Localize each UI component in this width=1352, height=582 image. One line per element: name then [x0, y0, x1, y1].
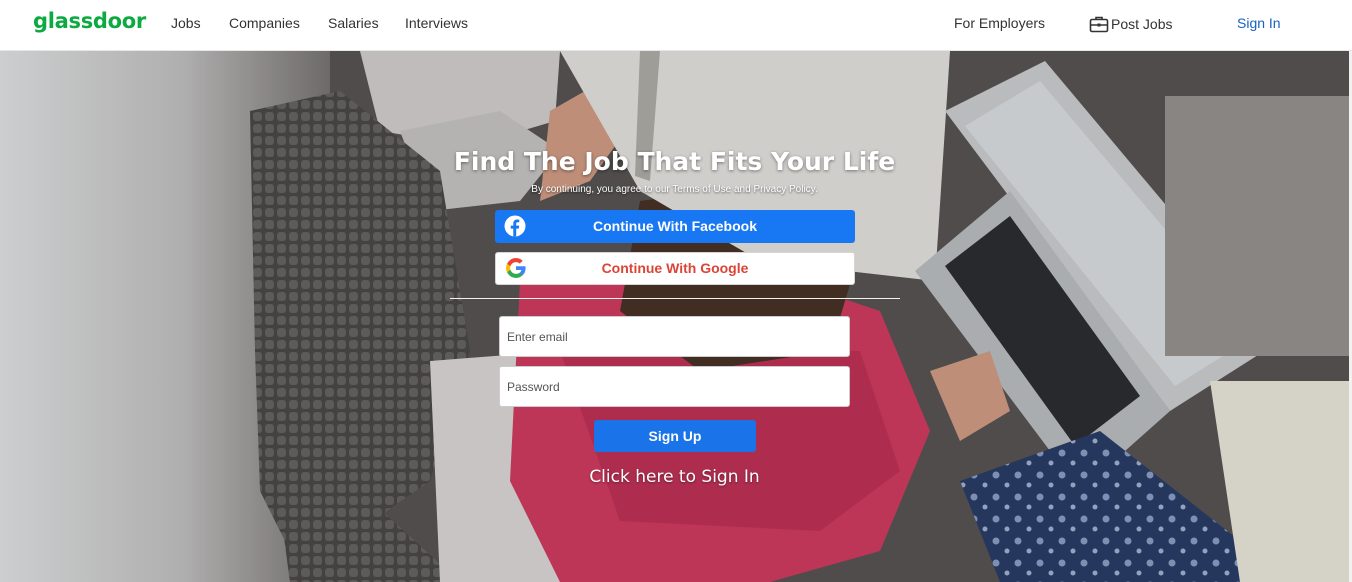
facebook-icon: [504, 215, 526, 237]
continue-with-google-button[interactable]: Continue With Google: [495, 252, 855, 285]
google-button-label: Continue With Google: [601, 260, 749, 276]
nav-link-interviews[interactable]: Interviews: [405, 15, 468, 31]
glassdoor-logo[interactable]: glassdoor: [33, 9, 146, 33]
header-sign-in-link[interactable]: Sign In: [1237, 15, 1281, 31]
post-jobs-label: Post Jobs: [1111, 16, 1173, 32]
briefcase-icon: [1089, 16, 1109, 33]
google-icon: [506, 258, 526, 278]
nav-link-salaries[interactable]: Salaries: [328, 15, 379, 31]
nav-link-jobs[interactable]: Jobs: [171, 15, 201, 31]
email-input[interactable]: [499, 316, 850, 357]
facebook-button-label: Continue With Facebook: [593, 218, 757, 234]
click-to-sign-in-link[interactable]: Click here to Sign In: [0, 467, 1349, 487]
nav-link-companies[interactable]: Companies: [229, 15, 300, 31]
top-navigation-bar: glassdoor Jobs Companies Salaries Interv…: [0, 0, 1352, 51]
nav-link-for-employers[interactable]: For Employers: [954, 15, 1045, 31]
terms-notice: By continuing, you agree to our Terms of…: [531, 184, 818, 195]
post-jobs-link[interactable]: Post Jobs: [1089, 15, 1172, 33]
social-form-divider: [450, 298, 900, 299]
password-input[interactable]: [499, 366, 850, 407]
sign-up-button[interactable]: Sign Up: [594, 420, 756, 452]
hero-title: Find The Job That Fits Your Life: [453, 147, 896, 176]
continue-with-facebook-button[interactable]: Continue With Facebook: [495, 210, 855, 243]
